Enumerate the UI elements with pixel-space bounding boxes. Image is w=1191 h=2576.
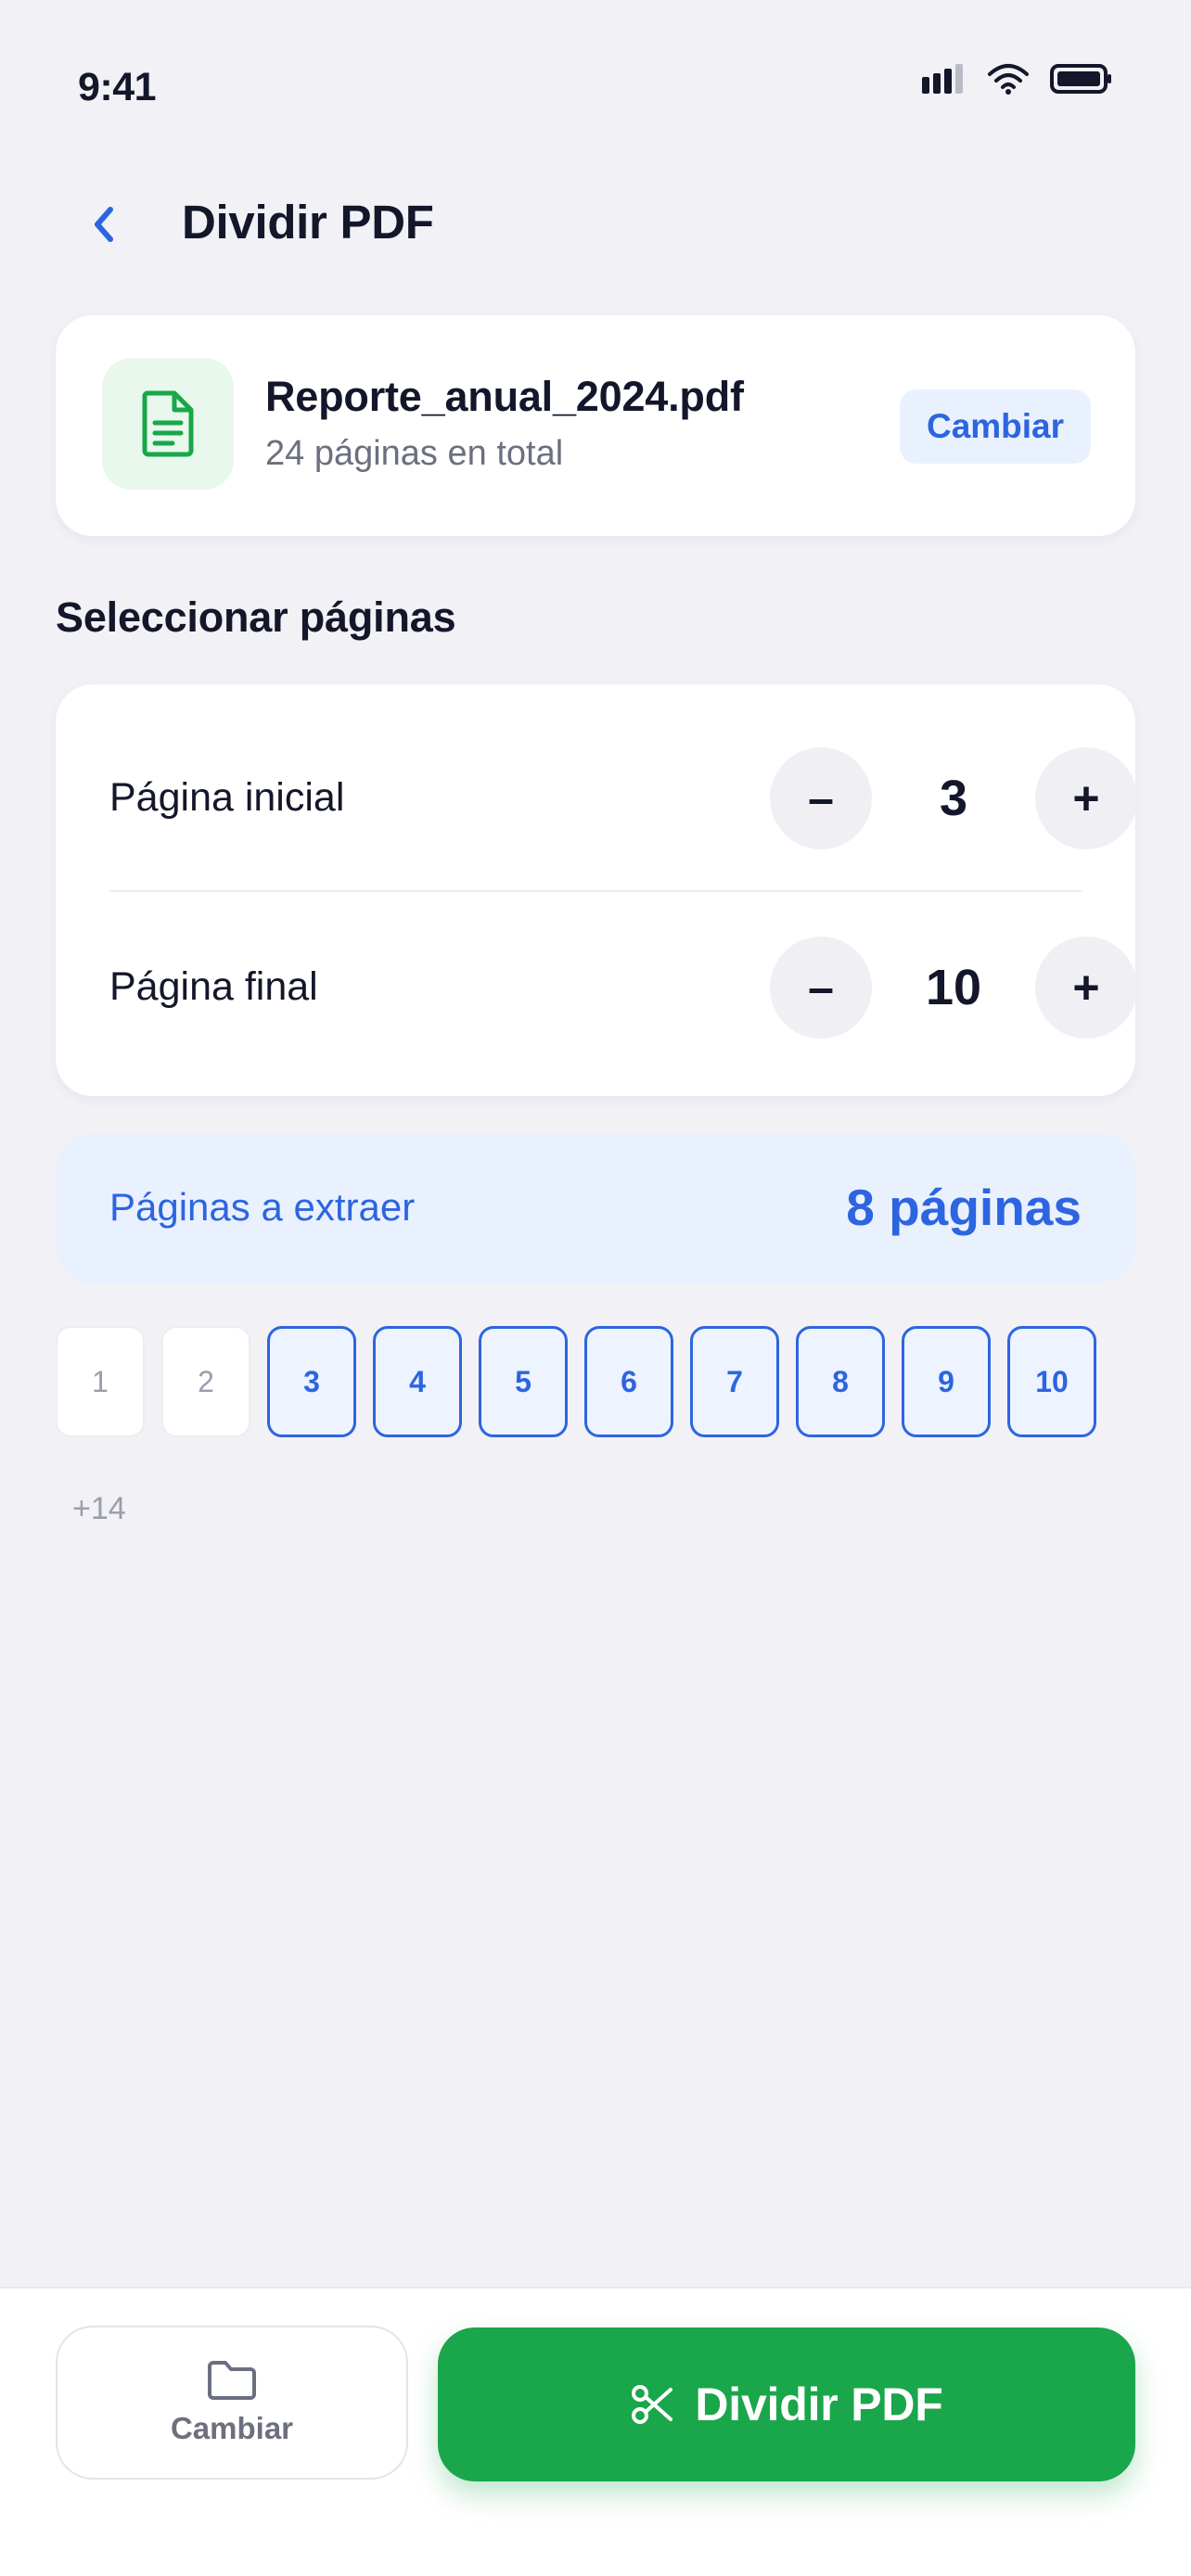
end-page-increment-button[interactable]: + [1035,937,1137,1039]
page-thumbnail[interactable]: 10 [1007,1326,1096,1437]
status-icons [922,63,1113,95]
section-title: Seleccionar páginas [56,593,456,641]
status-bar: 9:41 [0,0,1191,139]
scissors-icon [632,2385,673,2424]
file-icon-box [102,358,234,490]
signal-icon [922,64,963,94]
change-file-bottom-button[interactable]: Cambiar [56,2326,408,2480]
page-thumbnail[interactable]: 9 [902,1326,991,1437]
start-page-row: Página inicial – 3 + [109,747,1137,849]
start-page-increment-button[interactable]: + [1035,747,1137,849]
page-title: Dividir PDF [182,196,434,249]
end-page-value: 10 [925,960,982,1015]
page-thumbnail[interactable]: 7 [690,1326,779,1437]
status-time: 9:41 [78,65,157,109]
split-pdf-screen: 9:41 Dividir PDF Reporte_anual_2024.pdf … [0,0,1191,2576]
summary-value: 8 páginas [846,1179,1082,1236]
page-thumbnail[interactable]: 8 [796,1326,885,1437]
bottom-action-bar: Cambiar Dividir PDF [0,2287,1191,2576]
page-thumbnail[interactable]: 4 [373,1326,462,1437]
end-page-label: Página final [109,964,318,1009]
change-file-button[interactable]: Cambiar [900,389,1091,464]
change-file-bottom-label: Cambiar [170,2411,294,2445]
page-thumbnail[interactable]: 3 [267,1326,356,1437]
end-page-row: Página final – 10 + [109,937,1137,1039]
file-card: Reporte_anual_2024.pdf 24 páginas en tot… [56,315,1135,536]
battery-icon [1050,64,1111,94]
page-thumbnail[interactable]: 2 [161,1326,250,1437]
file-name: Reporte_anual_2024.pdf [265,373,744,420]
document-icon [142,390,194,457]
page-thumbnail[interactable]: 5 [479,1326,568,1437]
folder-icon [208,2361,256,2400]
page-thumbnail[interactable]: 6 [584,1326,673,1437]
wifi-icon [988,64,1029,95]
page-range-card: Página inicial – 3 + Página final – 10 + [56,684,1137,1096]
end-page-decrement-button[interactable]: – [770,937,872,1039]
start-page-decrement-button[interactable]: – [770,747,872,849]
back-button[interactable] [76,197,132,252]
file-page-count: 24 páginas en total [265,434,564,473]
page-thumbnail[interactable]: 1 [56,1326,145,1437]
start-page-value: 3 [939,771,968,826]
summary-label: Páginas a extraer [109,1185,416,1229]
more-pages-label: +14 [72,1491,126,1526]
start-page-label: Página inicial [109,775,345,820]
split-pdf-button[interactable]: Dividir PDF [438,2327,1135,2481]
chevron-left-icon [95,207,113,242]
range-divider [109,890,1082,892]
extract-summary: Páginas a extraer 8 páginas [56,1133,1135,1283]
header: Dividir PDF [0,176,1191,269]
split-pdf-label: Dividir PDF [695,2378,943,2430]
